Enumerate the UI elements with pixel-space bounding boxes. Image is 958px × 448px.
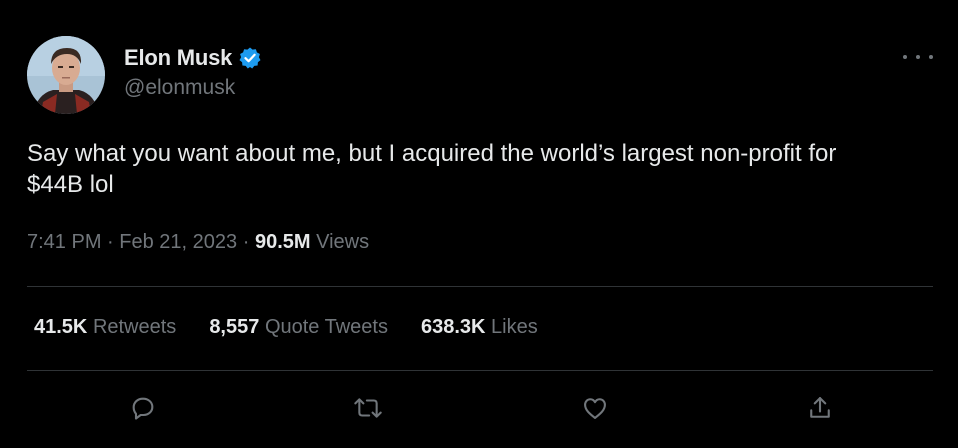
views-label: Views bbox=[316, 231, 370, 253]
retweet-icon[interactable] bbox=[352, 392, 384, 424]
verified-badge-icon[interactable] bbox=[238, 46, 262, 70]
like-icon[interactable] bbox=[579, 392, 611, 424]
divider bbox=[27, 286, 933, 287]
retweets-count: 41.5K bbox=[34, 316, 88, 338]
likes-count: 638.3K bbox=[420, 316, 486, 338]
author-info: Elon Musk @elonmusk bbox=[124, 44, 262, 100]
tweet-meta: 7:41 PM · Feb 21, 2023 · 90.5M Views bbox=[27, 231, 369, 254]
handle[interactable]: @elonmusk bbox=[124, 76, 262, 100]
quote-tweets-count: 8,557 bbox=[209, 316, 260, 338]
reply-icon[interactable] bbox=[127, 392, 159, 424]
quote-tweets-label: Quote Tweets bbox=[264, 316, 388, 338]
meta-separator: · bbox=[242, 231, 250, 253]
more-options-icon[interactable] bbox=[903, 47, 933, 67]
retweets-stat[interactable]: 41.5K Retweets bbox=[34, 316, 176, 339]
tweet-card: Elon Musk @elonmusk Say what you want ab… bbox=[0, 0, 958, 448]
retweets-label: Retweets bbox=[92, 316, 177, 338]
display-name[interactable]: Elon Musk bbox=[124, 45, 232, 71]
views-count: 90.5M bbox=[254, 231, 311, 253]
meta-separator: · bbox=[107, 231, 114, 253]
likes-stat[interactable]: 638.3K Likes bbox=[421, 316, 538, 339]
likes-label: Likes bbox=[491, 316, 538, 338]
action-bar bbox=[0, 392, 958, 424]
tweet-text: Say what you want about me, but I acquir… bbox=[27, 140, 837, 198]
name-row: Elon Musk bbox=[124, 44, 262, 72]
tweet-date[interactable]: Feb 21, 2023 bbox=[119, 231, 237, 253]
share-icon[interactable] bbox=[804, 392, 836, 424]
tweet-time[interactable]: 7:41 PM bbox=[27, 231, 101, 253]
dot bbox=[929, 55, 933, 59]
dot bbox=[903, 55, 907, 59]
divider bbox=[27, 370, 933, 371]
profile-photo-icon bbox=[27, 36, 105, 114]
quote-tweets-stat[interactable]: 8,557 Quote Tweets bbox=[209, 316, 388, 339]
dot bbox=[916, 55, 920, 59]
avatar[interactable] bbox=[27, 36, 105, 114]
tweet-stats: 41.5K Retweets 8,557 Quote Tweets 638.3K… bbox=[34, 316, 571, 339]
